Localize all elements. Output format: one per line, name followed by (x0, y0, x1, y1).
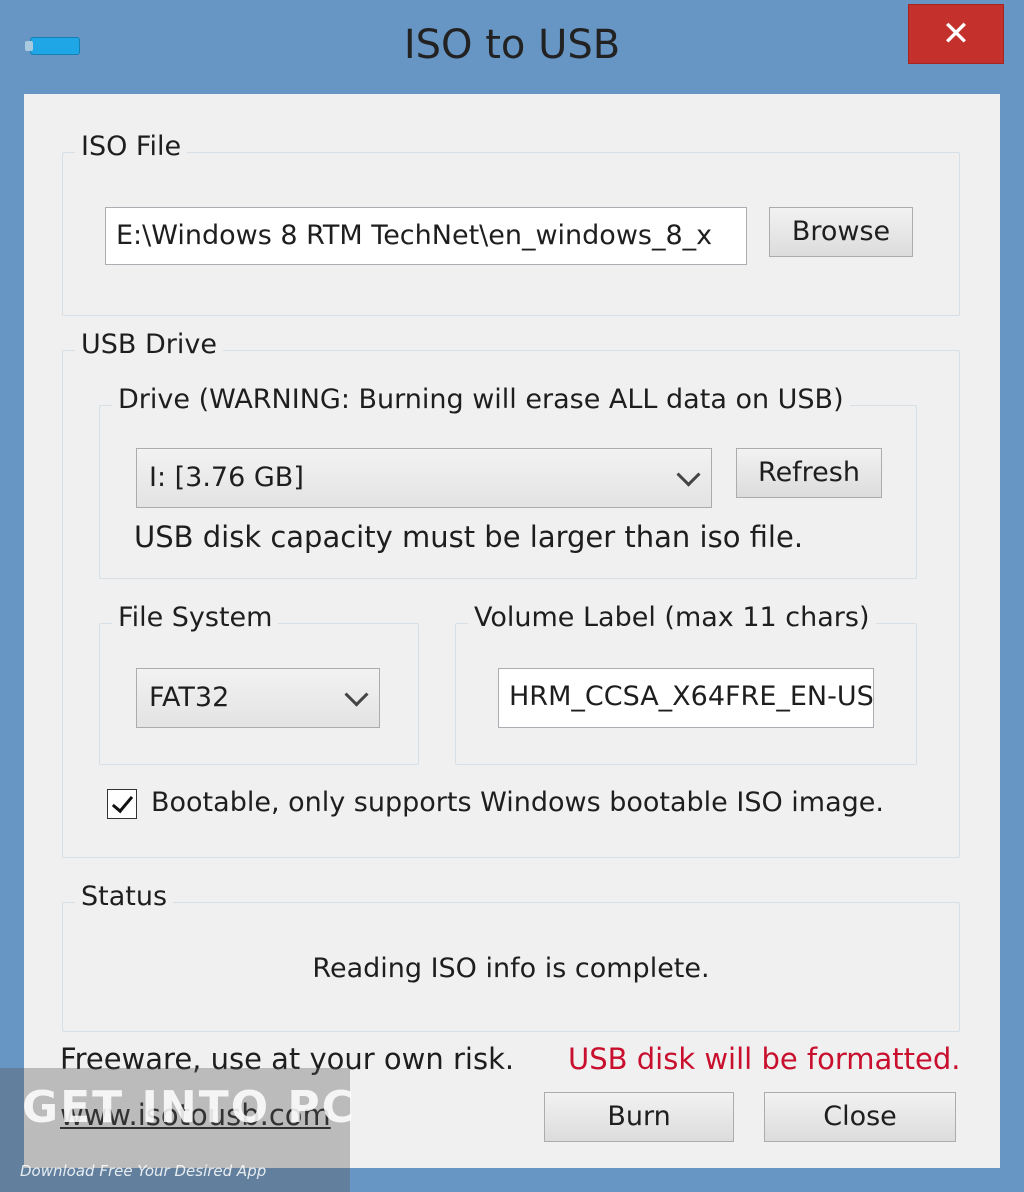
close-button[interactable]: Close (764, 1092, 956, 1142)
volume-label-subgroup: Volume Label (max 11 chars) HRM_CCSA_X64… (455, 602, 917, 765)
format-warning: USB disk will be formatted. (568, 1042, 961, 1076)
volume-label-group-label: Volume Label (max 11 chars) (468, 602, 876, 633)
drive-select[interactable]: I: [3.76 GB] (136, 448, 712, 508)
usb-drive-group: USB Drive Drive (WARNING: Burning will e… (62, 329, 960, 858)
status-group: Status Reading ISO info is complete. (62, 881, 960, 1032)
dialog-client-area: ISO File E:\Windows 8 RTM TechNet\en_win… (24, 94, 1000, 1168)
capacity-note: USB disk capacity must be larger than is… (134, 520, 804, 554)
drive-subgroup: Drive (WARNING: Burning will erase ALL d… (99, 384, 917, 579)
refresh-button[interactable]: Refresh (736, 448, 882, 498)
burn-button[interactable]: Burn (544, 1092, 734, 1142)
watermark-title: GET INTO PC (22, 1082, 356, 1133)
file-system-subgroup: File System FAT32 (99, 602, 419, 765)
drive-warning-label: Drive (WARNING: Burning will erase ALL d… (112, 384, 850, 415)
watermark-subtitle: Download Free Your Desired App (20, 1162, 267, 1180)
chevron-down-icon (344, 682, 369, 707)
title-bar[interactable]: ISO to USB ✕ (0, 0, 1024, 94)
watermark: GET INTO PC Download Free Your Desired A… (0, 1068, 354, 1192)
iso-file-group-label: ISO File (75, 131, 188, 162)
iso-file-group: ISO File E:\Windows 8 RTM TechNet\en_win… (62, 131, 960, 316)
window-close-button[interactable]: ✕ (908, 4, 1004, 64)
file-system-selected-value: FAT32 (149, 682, 230, 713)
browse-button[interactable]: Browse (769, 207, 913, 257)
iso-path-input[interactable]: E:\Windows 8 RTM TechNet\en_windows_8_x (105, 207, 747, 265)
status-message: Reading ISO info is complete. (312, 953, 710, 984)
chevron-down-icon (676, 462, 701, 487)
file-system-select[interactable]: FAT32 (136, 668, 380, 728)
usb-drive-group-label: USB Drive (75, 329, 223, 360)
volume-label-input[interactable]: HRM_CCSA_X64FRE_EN-US (498, 668, 874, 728)
status-group-label: Status (75, 881, 174, 912)
file-system-label: File System (112, 602, 279, 633)
bootable-checkbox[interactable] (107, 789, 137, 819)
window-title: ISO to USB (403, 22, 621, 68)
drive-selected-value: I: [3.76 GB] (149, 462, 304, 493)
bootable-label: Bootable, only supports Windows bootable… (151, 787, 884, 818)
